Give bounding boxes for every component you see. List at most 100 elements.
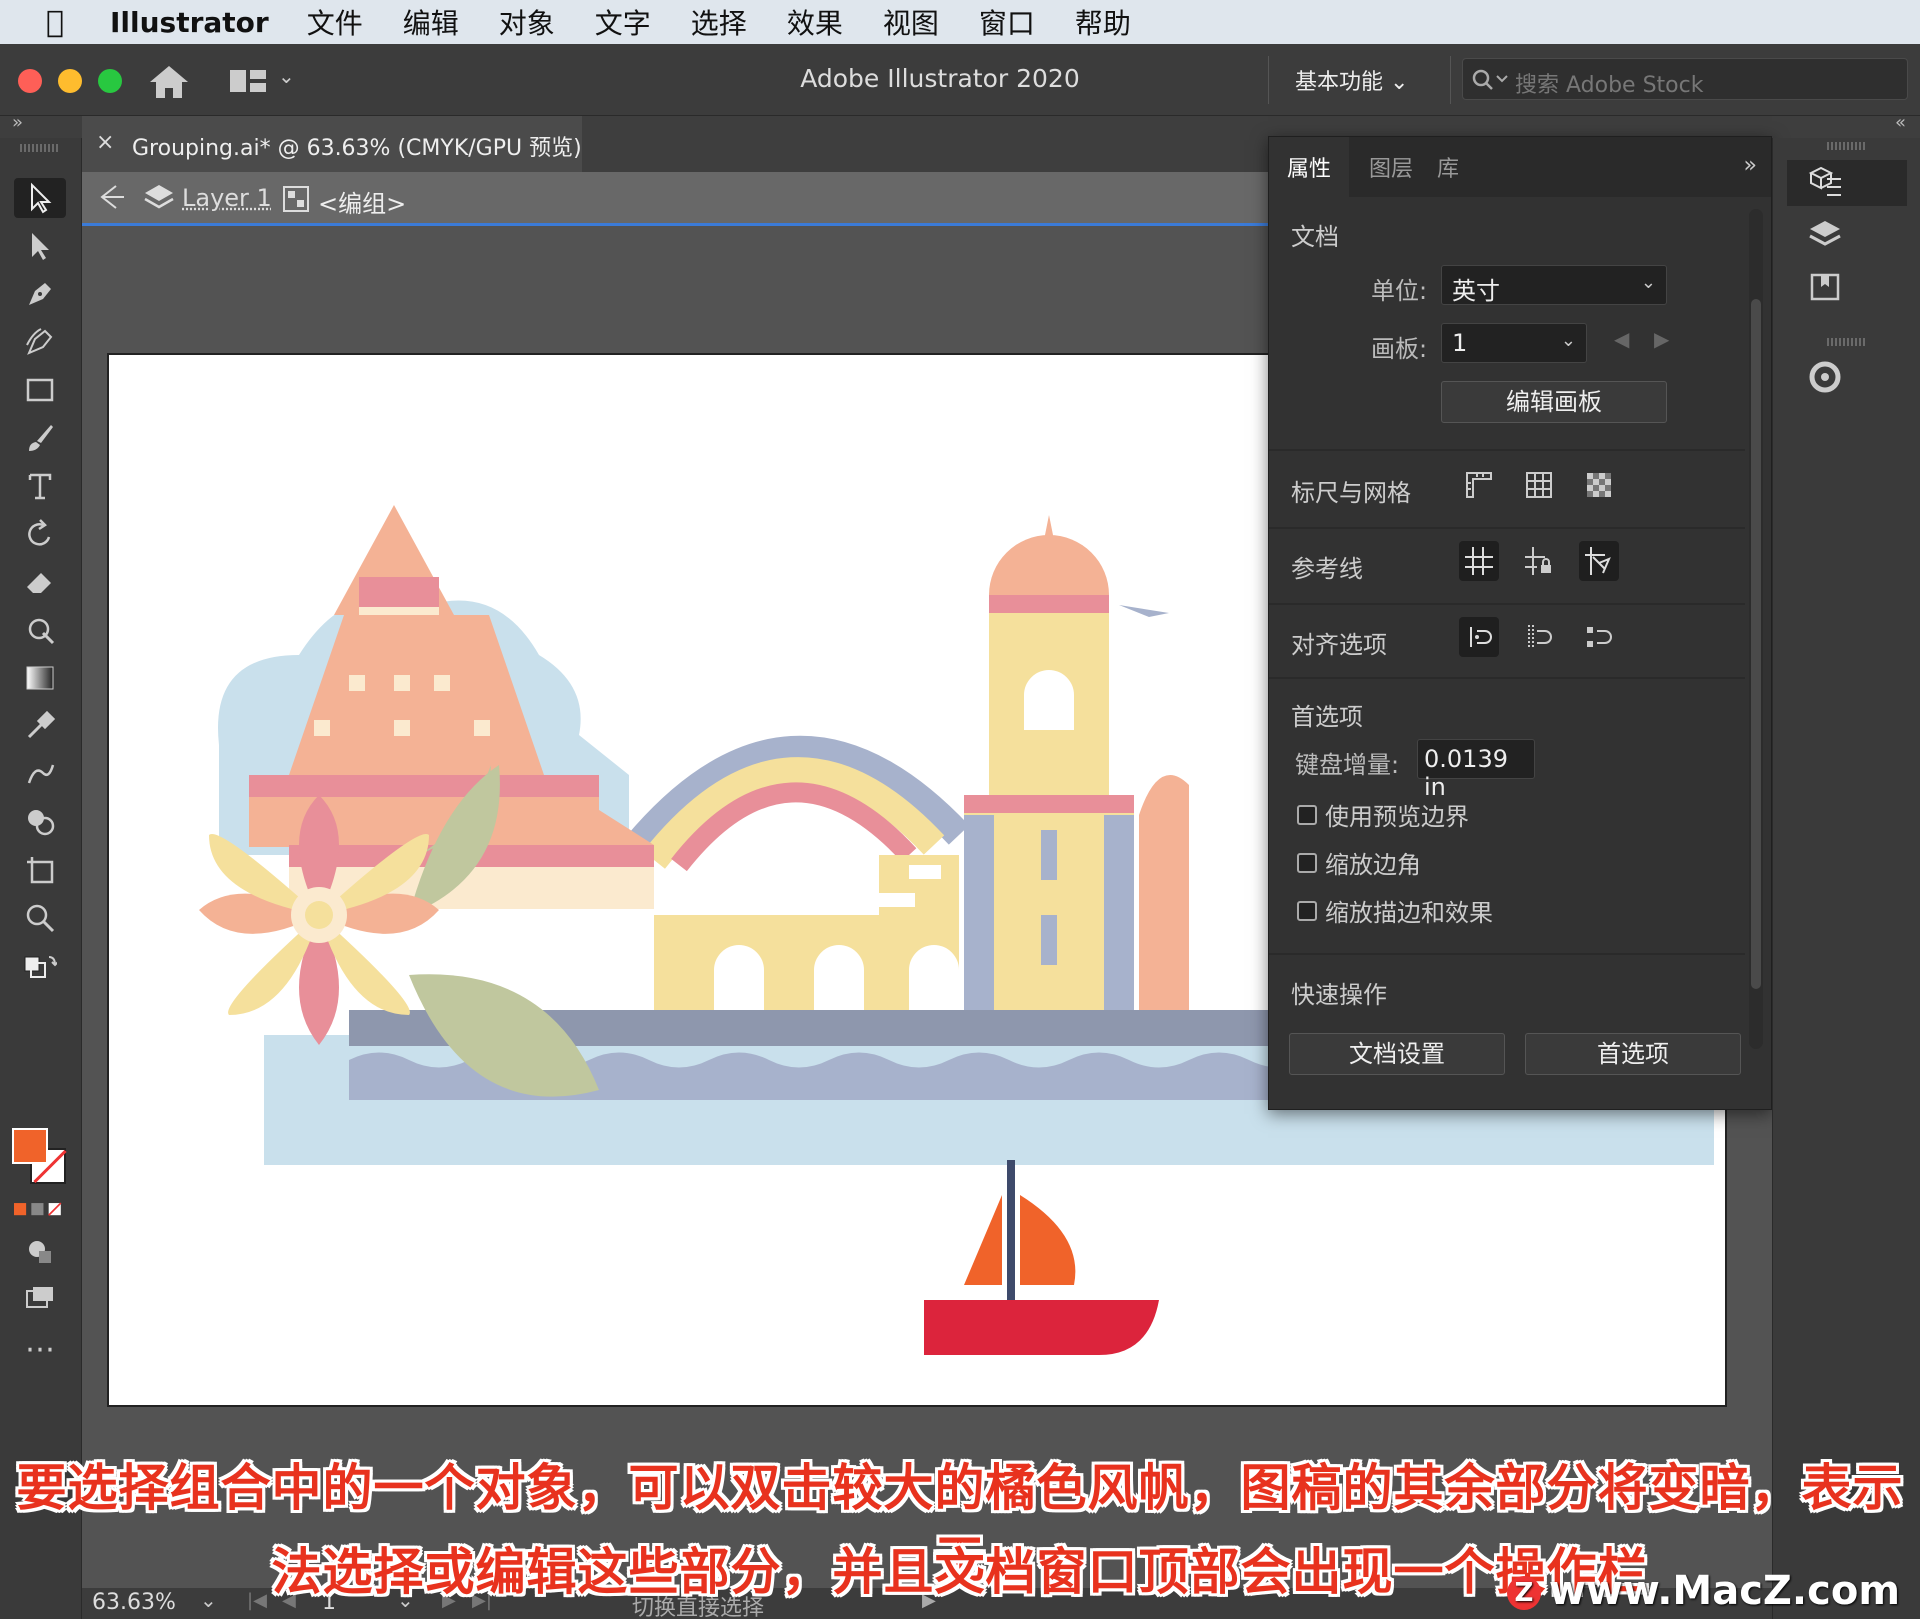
tower-shadow[interactable] — [964, 815, 994, 1010]
window[interactable] — [314, 720, 330, 736]
shape-builder-tool[interactable] — [14, 802, 66, 842]
collapse-dock-icon[interactable]: « — [1895, 112, 1906, 133]
snap-to-pixel-button[interactable] — [1519, 617, 1559, 657]
window[interactable] — [434, 675, 450, 691]
artboard-tool[interactable] — [14, 850, 66, 890]
transparency-grid-button[interactable] — [1579, 465, 1619, 505]
arch-1[interactable] — [714, 945, 764, 1010]
next-artboard-icon[interactable]: ▶ — [1654, 327, 1669, 351]
menu-view[interactable]: 视图 — [883, 2, 939, 42]
blend-tool[interactable] — [14, 754, 66, 794]
show-grid-button[interactable] — [1519, 465, 1559, 505]
window[interactable] — [349, 675, 365, 691]
window[interactable] — [394, 675, 410, 691]
tower-dome[interactable] — [989, 535, 1109, 595]
tower-slot[interactable] — [1041, 915, 1057, 965]
menu-edit[interactable]: 编辑 — [403, 2, 459, 42]
lock-guides-button[interactable] — [1519, 541, 1559, 581]
eyedropper-tool[interactable] — [14, 706, 66, 746]
menu-select[interactable]: 选择 — [691, 2, 747, 42]
window[interactable] — [394, 720, 410, 736]
flower-core[interactable] — [305, 901, 333, 929]
dock-layers-button[interactable] — [1787, 212, 1907, 258]
dock-color-button[interactable] — [1787, 354, 1907, 400]
large-orange-sail[interactable] — [1020, 1195, 1075, 1285]
units-dropdown[interactable]: 英寸 ⌄ — [1441, 265, 1667, 305]
boat-hull[interactable] — [924, 1300, 1159, 1355]
preferences-button[interactable]: 首选项 — [1525, 1033, 1741, 1075]
tower-slot[interactable] — [1041, 830, 1057, 880]
previous-artboard-icon[interactable]: ◀ — [1614, 327, 1629, 351]
rotate-tool[interactable] — [14, 514, 66, 554]
panel-menu-icon[interactable]: » — [1744, 153, 1757, 178]
scale-strokes-checkbox[interactable]: 缩放描边和效果 — [1297, 893, 1493, 928]
apple-menu-icon[interactable]:  — [0, 5, 110, 40]
edit-toolbar-button[interactable]: ⋯ — [14, 1330, 66, 1370]
tower-window[interactable] — [1024, 670, 1074, 730]
arch-3[interactable] — [909, 945, 959, 1010]
menu-window[interactable]: 窗口 — [979, 2, 1035, 42]
dock-libraries-button[interactable] — [1787, 264, 1907, 310]
fill-color-swatch[interactable] — [12, 1128, 48, 1164]
selection-tool[interactable] — [14, 178, 66, 218]
document-setup-button[interactable]: 文档设置 — [1289, 1033, 1505, 1075]
breadcrumb-layer[interactable]: Layer 1 — [182, 184, 272, 212]
panel-scrollbar[interactable] — [1749, 209, 1763, 1049]
menu-effect[interactable]: 效果 — [787, 2, 843, 42]
tower-spire[interactable] — [1044, 515, 1054, 540]
width-tool[interactable] — [14, 610, 66, 650]
tab-libraries[interactable]: 库 — [1419, 137, 1477, 197]
breadcrumb-group[interactable]: <编组> — [318, 184, 406, 219]
color-mode-buttons[interactable] — [14, 1190, 66, 1230]
small-sail[interactable] — [964, 1195, 1002, 1285]
screen-mode[interactable] — [14, 1278, 66, 1318]
wall-window[interactable] — [879, 893, 915, 907]
swap-fill-stroke[interactable] — [14, 948, 66, 988]
spire-band[interactable] — [359, 577, 439, 607]
pen-tool[interactable] — [14, 274, 66, 314]
show-guides-button[interactable] — [1459, 541, 1499, 581]
show-rulers-button[interactable] — [1459, 465, 1499, 505]
direct-selection-tool[interactable] — [14, 226, 66, 266]
close-tab-icon[interactable]: × — [96, 130, 114, 155]
keyboard-increment-input[interactable]: 0.0139 in — [1417, 739, 1535, 779]
menu-type[interactable]: 文字 — [595, 2, 651, 42]
menu-help[interactable]: 帮助 — [1075, 2, 1131, 42]
document-tab[interactable]: × Grouping.ai* @ 63.63% (CMYK/GPU 预览) — [82, 116, 582, 172]
back-arrow-icon[interactable] — [96, 182, 128, 212]
tower-shadow[interactable] — [1104, 815, 1134, 1010]
menu-object[interactable]: 对象 — [499, 2, 555, 42]
smart-guides-button[interactable] — [1579, 541, 1619, 581]
artboard-dropdown[interactable]: 1 ⌄ — [1441, 323, 1587, 363]
snap-to-point-button[interactable] — [1459, 617, 1499, 657]
menu-file[interactable]: 文件 — [307, 2, 363, 42]
rectangle-tool[interactable] — [14, 370, 66, 410]
dock-grip[interactable] — [1827, 338, 1867, 346]
zoom-tool[interactable] — [14, 898, 66, 938]
tower-top-band[interactable] — [989, 595, 1109, 613]
wall-window[interactable] — [909, 865, 941, 879]
canvas[interactable] — [82, 228, 1372, 1588]
expand-toolbar-icon[interactable]: » — [12, 112, 23, 133]
eraser-tool[interactable] — [14, 562, 66, 602]
scrollbar-thumb[interactable] — [1751, 299, 1761, 989]
dock-grip[interactable] — [1827, 142, 1867, 150]
bird-shape[interactable] — [1119, 605, 1169, 617]
stock-search-input[interactable]: 搜索 Adobe Stock — [1462, 58, 1908, 100]
pyramid-band[interactable] — [249, 775, 599, 797]
type-tool[interactable] — [14, 466, 66, 506]
drawing-modes[interactable] — [14, 1232, 66, 1272]
toolbar-grip[interactable] — [20, 144, 60, 152]
dock-properties-button[interactable] — [1787, 160, 1907, 206]
arch-2[interactable] — [814, 945, 864, 1010]
tree-shape[interactable] — [1139, 775, 1189, 1010]
edit-artboards-button[interactable]: 编辑画板 — [1441, 381, 1667, 423]
gradient-tool[interactable] — [14, 658, 66, 698]
tab-properties[interactable]: 属性 — [1269, 137, 1349, 197]
curvature-tool[interactable] — [14, 322, 66, 362]
tower-band[interactable] — [964, 795, 1134, 813]
workspace-switcher[interactable]: 基本功能 ⌄ — [1295, 64, 1408, 96]
paintbrush-tool[interactable] — [14, 418, 66, 458]
use-preview-bounds-checkbox[interactable]: 使用预览边界 — [1297, 797, 1469, 832]
window[interactable] — [474, 720, 490, 736]
